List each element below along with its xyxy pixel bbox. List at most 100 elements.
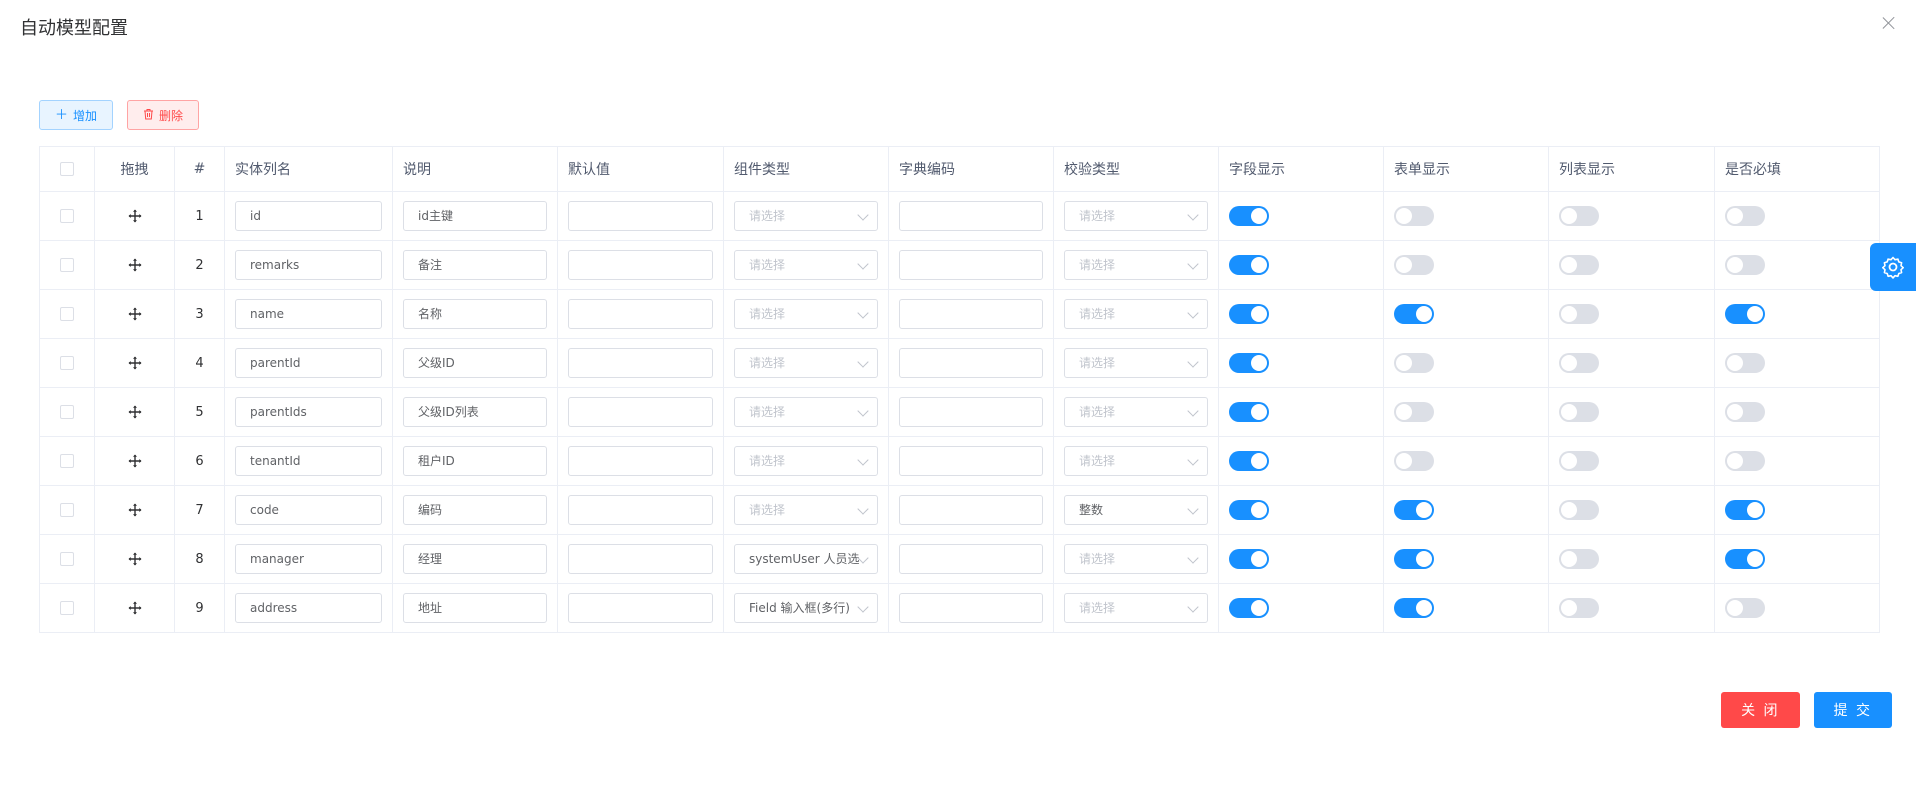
row-checkbox[interactable] bbox=[60, 601, 74, 615]
field-display-switch[interactable] bbox=[1229, 500, 1269, 520]
row-checkbox[interactable] bbox=[60, 454, 74, 468]
validation-type-select[interactable]: 请选择 bbox=[1064, 397, 1208, 427]
default-value-input[interactable] bbox=[568, 201, 713, 231]
required-switch[interactable] bbox=[1725, 353, 1765, 373]
default-value-input[interactable] bbox=[568, 446, 713, 476]
row-checkbox[interactable] bbox=[60, 258, 74, 272]
field-display-switch[interactable] bbox=[1229, 451, 1269, 471]
list-display-switch[interactable] bbox=[1559, 402, 1599, 422]
validation-type-select[interactable]: 请选择 bbox=[1064, 593, 1208, 623]
required-switch[interactable] bbox=[1725, 598, 1765, 618]
row-checkbox[interactable] bbox=[60, 209, 74, 223]
list-display-switch[interactable] bbox=[1559, 500, 1599, 520]
validation-type-select[interactable]: 请选择 bbox=[1064, 201, 1208, 231]
dict-code-input[interactable] bbox=[899, 397, 1043, 427]
required-switch[interactable] bbox=[1725, 206, 1765, 226]
component-type-select[interactable]: 请选择 bbox=[734, 250, 878, 280]
settings-float-button[interactable] bbox=[1870, 243, 1916, 291]
row-checkbox[interactable] bbox=[60, 552, 74, 566]
row-checkbox[interactable] bbox=[60, 503, 74, 517]
component-type-select[interactable]: 请选择 bbox=[734, 201, 878, 231]
dict-code-input[interactable] bbox=[899, 446, 1043, 476]
description-input[interactable]: 父级ID bbox=[403, 348, 547, 378]
entity-name-input[interactable]: parentIds bbox=[235, 397, 382, 427]
component-type-select[interactable]: Field 输入框(多行) bbox=[734, 593, 878, 623]
required-switch[interactable] bbox=[1725, 451, 1765, 471]
component-type-select[interactable]: systemUser 人员选 bbox=[734, 544, 878, 574]
default-value-input[interactable] bbox=[568, 348, 713, 378]
field-display-switch[interactable] bbox=[1229, 402, 1269, 422]
default-value-input[interactable] bbox=[568, 544, 713, 574]
close-button[interactable]: 关 闭 bbox=[1721, 692, 1800, 728]
dict-code-input[interactable] bbox=[899, 593, 1043, 623]
list-display-switch[interactable] bbox=[1559, 206, 1599, 226]
entity-name-input[interactable]: manager bbox=[235, 544, 382, 574]
field-display-switch[interactable] bbox=[1229, 353, 1269, 373]
row-checkbox[interactable] bbox=[60, 356, 74, 370]
row-checkbox[interactable] bbox=[60, 307, 74, 321]
move-icon[interactable] bbox=[128, 601, 142, 615]
dict-code-input[interactable] bbox=[899, 201, 1043, 231]
move-icon[interactable] bbox=[128, 503, 142, 517]
dict-code-input[interactable] bbox=[899, 299, 1043, 329]
form-display-switch[interactable] bbox=[1394, 353, 1434, 373]
delete-button[interactable]: 删除 bbox=[127, 100, 200, 130]
description-input[interactable]: id主键 bbox=[403, 201, 547, 231]
validation-type-select[interactable]: 请选择 bbox=[1064, 348, 1208, 378]
form-display-switch[interactable] bbox=[1394, 255, 1434, 275]
list-display-switch[interactable] bbox=[1559, 304, 1599, 324]
component-type-select[interactable]: 请选择 bbox=[734, 299, 878, 329]
entity-name-input[interactable]: parentId bbox=[235, 348, 382, 378]
move-icon[interactable] bbox=[128, 258, 142, 272]
form-display-switch[interactable] bbox=[1394, 451, 1434, 471]
list-display-switch[interactable] bbox=[1559, 549, 1599, 569]
form-display-switch[interactable] bbox=[1394, 304, 1434, 324]
move-icon[interactable] bbox=[128, 405, 142, 419]
dict-code-input[interactable] bbox=[899, 495, 1043, 525]
entity-name-input[interactable]: tenantId bbox=[235, 446, 382, 476]
required-switch[interactable] bbox=[1725, 304, 1765, 324]
default-value-input[interactable] bbox=[568, 593, 713, 623]
list-display-switch[interactable] bbox=[1559, 598, 1599, 618]
field-display-switch[interactable] bbox=[1229, 304, 1269, 324]
entity-name-input[interactable]: remarks bbox=[235, 250, 382, 280]
entity-name-input[interactable]: code bbox=[235, 495, 382, 525]
default-value-input[interactable] bbox=[568, 397, 713, 427]
select-all-header[interactable] bbox=[39, 146, 95, 192]
move-icon[interactable] bbox=[128, 552, 142, 566]
description-input[interactable]: 编码 bbox=[403, 495, 547, 525]
form-display-switch[interactable] bbox=[1394, 206, 1434, 226]
description-input[interactable]: 地址 bbox=[403, 593, 547, 623]
component-type-select[interactable]: 请选择 bbox=[734, 348, 878, 378]
entity-name-input[interactable]: address bbox=[235, 593, 382, 623]
description-input[interactable]: 租户ID bbox=[403, 446, 547, 476]
validation-type-select[interactable]: 请选择 bbox=[1064, 544, 1208, 574]
field-display-switch[interactable] bbox=[1229, 598, 1269, 618]
required-switch[interactable] bbox=[1725, 255, 1765, 275]
required-switch[interactable] bbox=[1725, 549, 1765, 569]
row-checkbox[interactable] bbox=[60, 405, 74, 419]
description-input[interactable]: 父级ID列表 bbox=[403, 397, 547, 427]
component-type-select[interactable]: 请选择 bbox=[734, 397, 878, 427]
form-display-switch[interactable] bbox=[1394, 598, 1434, 618]
dict-code-input[interactable] bbox=[899, 250, 1043, 280]
entity-name-input[interactable]: id bbox=[235, 201, 382, 231]
submit-button[interactable]: 提 交 bbox=[1813, 692, 1892, 728]
dict-code-input[interactable] bbox=[899, 348, 1043, 378]
description-input[interactable]: 经理 bbox=[403, 544, 547, 574]
form-display-switch[interactable] bbox=[1394, 500, 1434, 520]
description-input[interactable]: 名称 bbox=[403, 299, 547, 329]
required-switch[interactable] bbox=[1725, 500, 1765, 520]
list-display-switch[interactable] bbox=[1559, 255, 1599, 275]
move-icon[interactable] bbox=[128, 307, 142, 321]
field-display-switch[interactable] bbox=[1229, 206, 1269, 226]
description-input[interactable]: 备注 bbox=[403, 250, 547, 280]
dict-code-input[interactable] bbox=[899, 544, 1043, 574]
component-type-select[interactable]: 请选择 bbox=[734, 495, 878, 525]
select-all-checkbox[interactable] bbox=[60, 162, 74, 176]
validation-type-select[interactable]: 请选择 bbox=[1064, 299, 1208, 329]
default-value-input[interactable] bbox=[568, 250, 713, 280]
default-value-input[interactable] bbox=[568, 299, 713, 329]
move-icon[interactable] bbox=[128, 356, 142, 370]
field-display-switch[interactable] bbox=[1229, 549, 1269, 569]
